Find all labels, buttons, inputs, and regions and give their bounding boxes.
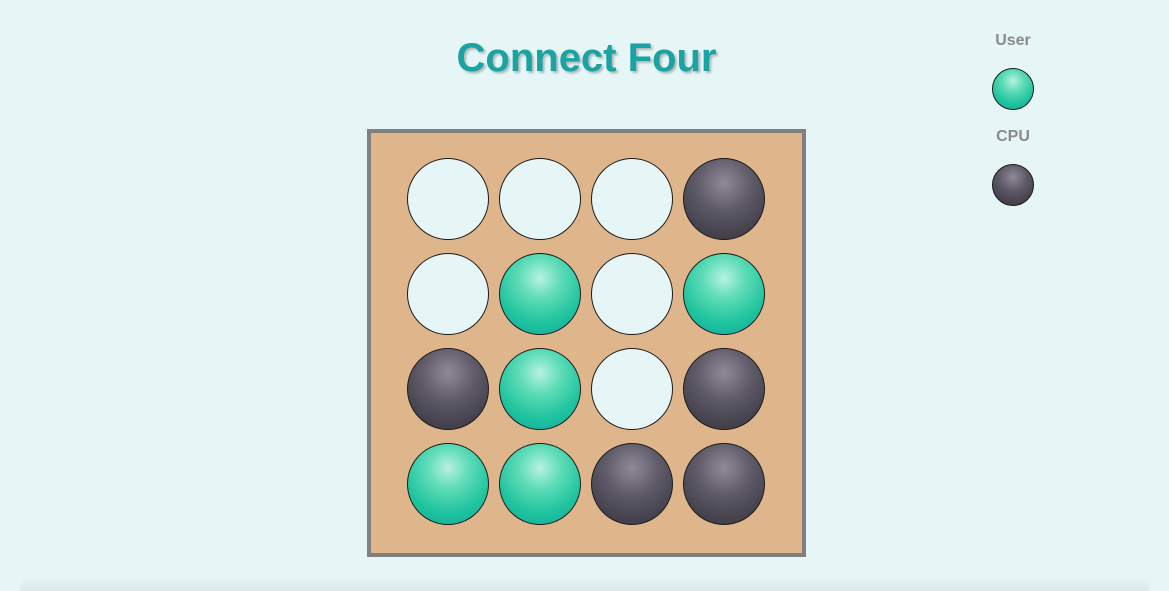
board-cell-r4-c3-cpu[interactable] [591, 443, 673, 525]
legend-cpu-disc [992, 164, 1034, 206]
board-cell-r2-c2-user[interactable] [499, 253, 581, 335]
board-cell-r4-c2-user[interactable] [499, 443, 581, 525]
board-cell-r1-c2-empty[interactable] [499, 158, 581, 240]
game-page: Connect Four User CPU [0, 0, 1169, 591]
board-cell-r1-c1-empty[interactable] [407, 158, 489, 240]
board-cell-r1-c3-empty[interactable] [591, 158, 673, 240]
board-cell-r3-c4-cpu[interactable] [683, 348, 765, 430]
legend-user-disc [992, 68, 1034, 110]
legend-cpu-label: CPU [996, 128, 1030, 145]
board-cell-r2-c1-empty[interactable] [407, 253, 489, 335]
board-cell-r3-c2-user[interactable] [499, 348, 581, 430]
board-cell-r1-c4-cpu[interactable] [683, 158, 765, 240]
board-cell-r2-c4-user[interactable] [683, 253, 765, 335]
bottom-shade [20, 576, 1149, 591]
game-board [367, 129, 806, 557]
legend-user-label: User [995, 32, 1031, 49]
board-cell-r2-c3-empty[interactable] [591, 253, 673, 335]
board-cell-r3-c1-cpu[interactable] [407, 348, 489, 430]
board-cell-r3-c3-empty[interactable] [591, 348, 673, 430]
board-cell-r4-c1-user[interactable] [407, 443, 489, 525]
board-cell-r4-c4-cpu[interactable] [683, 443, 765, 525]
